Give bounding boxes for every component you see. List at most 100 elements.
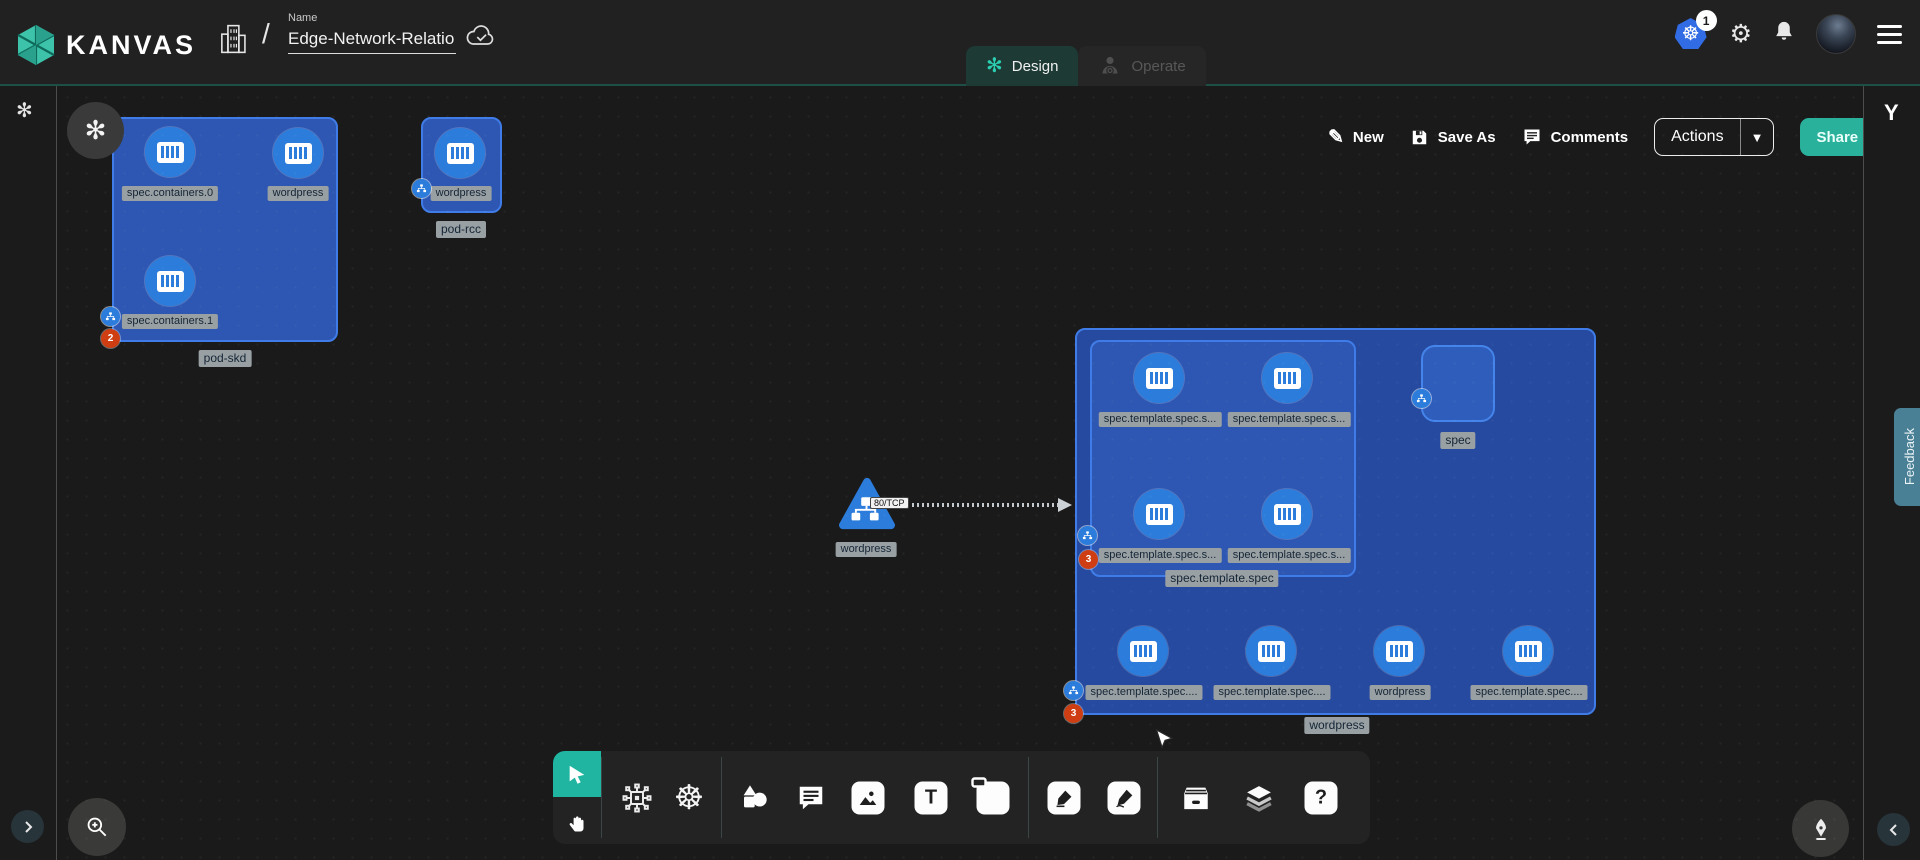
tab-design-label: Design — [1012, 58, 1059, 75]
drawer-icon — [1180, 783, 1212, 813]
layers-tool[interactable] — [1244, 783, 1274, 813]
layers-icon — [1244, 783, 1274, 813]
logo-text: KANVAS — [66, 30, 196, 61]
note-shape-icon — [977, 781, 1010, 814]
error-count-badge[interactable]: 3 — [1064, 704, 1083, 723]
settings-gear-icon[interactable]: ⚙ — [1730, 22, 1752, 47]
feedback-label: Feedback — [1902, 428, 1917, 485]
design-spiral-icon: ✻ — [986, 56, 1003, 76]
tab-operate-label: Operate — [1131, 58, 1185, 75]
group-label: spec.template.spec — [1165, 570, 1278, 587]
save-as-label: Save As — [1438, 129, 1496, 146]
node-label: wordpress — [1370, 685, 1431, 700]
kanvas-logo[interactable]: KANVAS — [16, 23, 196, 67]
select-tool-button[interactable] — [553, 751, 601, 797]
circuit-chip-icon — [619, 780, 655, 816]
network-badge-icon[interactable] — [1078, 526, 1097, 545]
comments-button[interactable]: Comments — [1522, 127, 1629, 147]
comment-tool[interactable] — [796, 783, 826, 813]
node-label: spec.template.spec.s... — [1228, 548, 1351, 563]
hamburger-menu-icon[interactable] — [1877, 25, 1902, 44]
node-label: spec.template.spec.... — [1471, 685, 1588, 700]
cluster-flower-icon[interactable]: ✻ — [67, 102, 124, 159]
node-label: wordpress — [268, 186, 329, 201]
image-tool[interactable] — [852, 781, 885, 814]
new-button[interactable]: ✎ New — [1328, 126, 1384, 149]
tab-design[interactable]: ✻ Design — [966, 46, 1078, 86]
mouse-cursor — [1152, 728, 1174, 757]
pencil-scribble-icon — [1108, 781, 1141, 814]
node-label: spec.template.spec.s... — [1099, 412, 1222, 427]
text-icon: T — [915, 781, 948, 814]
actions-dropdown-caret[interactable]: ▼ — [1741, 119, 1774, 155]
actions-button[interactable]: Actions ▼ — [1654, 118, 1774, 156]
organization-icon[interactable] — [218, 22, 250, 61]
network-badge-icon[interactable] — [101, 307, 120, 326]
freehand-draw-tool[interactable] — [1108, 781, 1141, 814]
select-cursor-icon — [566, 763, 588, 785]
comments-icon — [1522, 127, 1542, 147]
notifications-bell-icon[interactable] — [1773, 19, 1795, 49]
tab-operate[interactable]: Operate — [1078, 46, 1205, 86]
group-label: pod-rcc — [436, 221, 486, 238]
node-label: spec.template.spec.s... — [1099, 548, 1222, 563]
left-dock-rail: ✻ — [0, 86, 57, 860]
kubernetes-components-tool[interactable]: ☸ — [674, 781, 704, 815]
design-name-input[interactable] — [288, 27, 456, 54]
node-label: spec — [1440, 432, 1475, 449]
node-label: wordpress — [836, 542, 897, 557]
save-floppy-icon — [1410, 128, 1429, 147]
header-right-controls: ☸ 1 ⚙ — [1675, 14, 1902, 54]
help-icon: ? — [1305, 781, 1338, 814]
node-label: wordpress — [431, 186, 492, 201]
collapse-right-panel-button[interactable] — [1877, 813, 1910, 846]
meshery-spiral-icon[interactable]: ✻ — [16, 98, 33, 123]
save-as-button[interactable]: Save As — [1410, 128, 1496, 147]
mode-tabs: ✻ Design Operate — [966, 46, 1206, 86]
shapes-tool[interactable] — [738, 782, 770, 814]
pen-tool[interactable] — [1048, 781, 1081, 814]
pan-tool-button[interactable] — [556, 803, 598, 841]
network-badge-icon[interactable] — [1064, 681, 1083, 700]
kanvas-app: KANVAS / Name ✻ Design — [0, 0, 1920, 860]
saved-cloud-icon — [466, 24, 496, 53]
design-name-label: Name — [288, 12, 458, 24]
pen-icon — [1048, 781, 1081, 814]
feedback-tab[interactable]: Feedback — [1894, 408, 1920, 506]
network-badge-icon[interactable] — [412, 179, 431, 198]
node-label: spec.template.spec.... — [1086, 685, 1203, 700]
expand-left-panel-button[interactable] — [11, 810, 44, 843]
node-label: spec.containers.1 — [122, 314, 218, 329]
error-count-badge[interactable]: 2 — [101, 329, 120, 348]
operate-person-icon — [1098, 54, 1122, 78]
dock-handle-icon[interactable]: Y — [1884, 100, 1899, 126]
comments-label: Comments — [1551, 129, 1629, 146]
edge-port-label: 80/TCP — [870, 497, 909, 509]
kubernetes-context-count: 1 — [1696, 10, 1717, 31]
shapes-icon — [738, 782, 770, 814]
group-label: wordpress — [1304, 717, 1369, 734]
network-badge-icon[interactable] — [1412, 389, 1431, 408]
kanvas-logo-icon — [16, 23, 56, 67]
new-label: New — [1353, 129, 1384, 146]
help-tool[interactable]: ? — [1305, 781, 1338, 814]
design-canvas[interactable] — [58, 88, 1863, 860]
actions-label: Actions — [1655, 119, 1740, 155]
comment-bubble-icon — [796, 783, 826, 813]
drawer-tool[interactable] — [1180, 783, 1212, 813]
node-label: spec.containers.0 — [122, 186, 218, 201]
note-tool[interactable] — [977, 781, 1010, 814]
design-name-block: Name — [288, 12, 458, 54]
breadcrumb-separator: / — [262, 18, 270, 50]
node-label: spec.template.spec.s... — [1228, 412, 1351, 427]
hand-icon — [565, 810, 589, 834]
component-shapes-tool[interactable] — [619, 780, 655, 816]
user-avatar[interactable] — [1816, 14, 1856, 54]
image-icon — [852, 781, 885, 814]
app-header: KANVAS / Name ✻ Design — [0, 0, 1920, 86]
node-label: spec.template.spec.... — [1214, 685, 1331, 700]
kubernetes-context-button[interactable]: ☸ 1 — [1675, 18, 1709, 50]
text-tool[interactable]: T — [915, 781, 948, 814]
new-pencil-icon: ✎ — [1328, 126, 1344, 149]
error-count-badge[interactable]: 3 — [1079, 550, 1098, 569]
